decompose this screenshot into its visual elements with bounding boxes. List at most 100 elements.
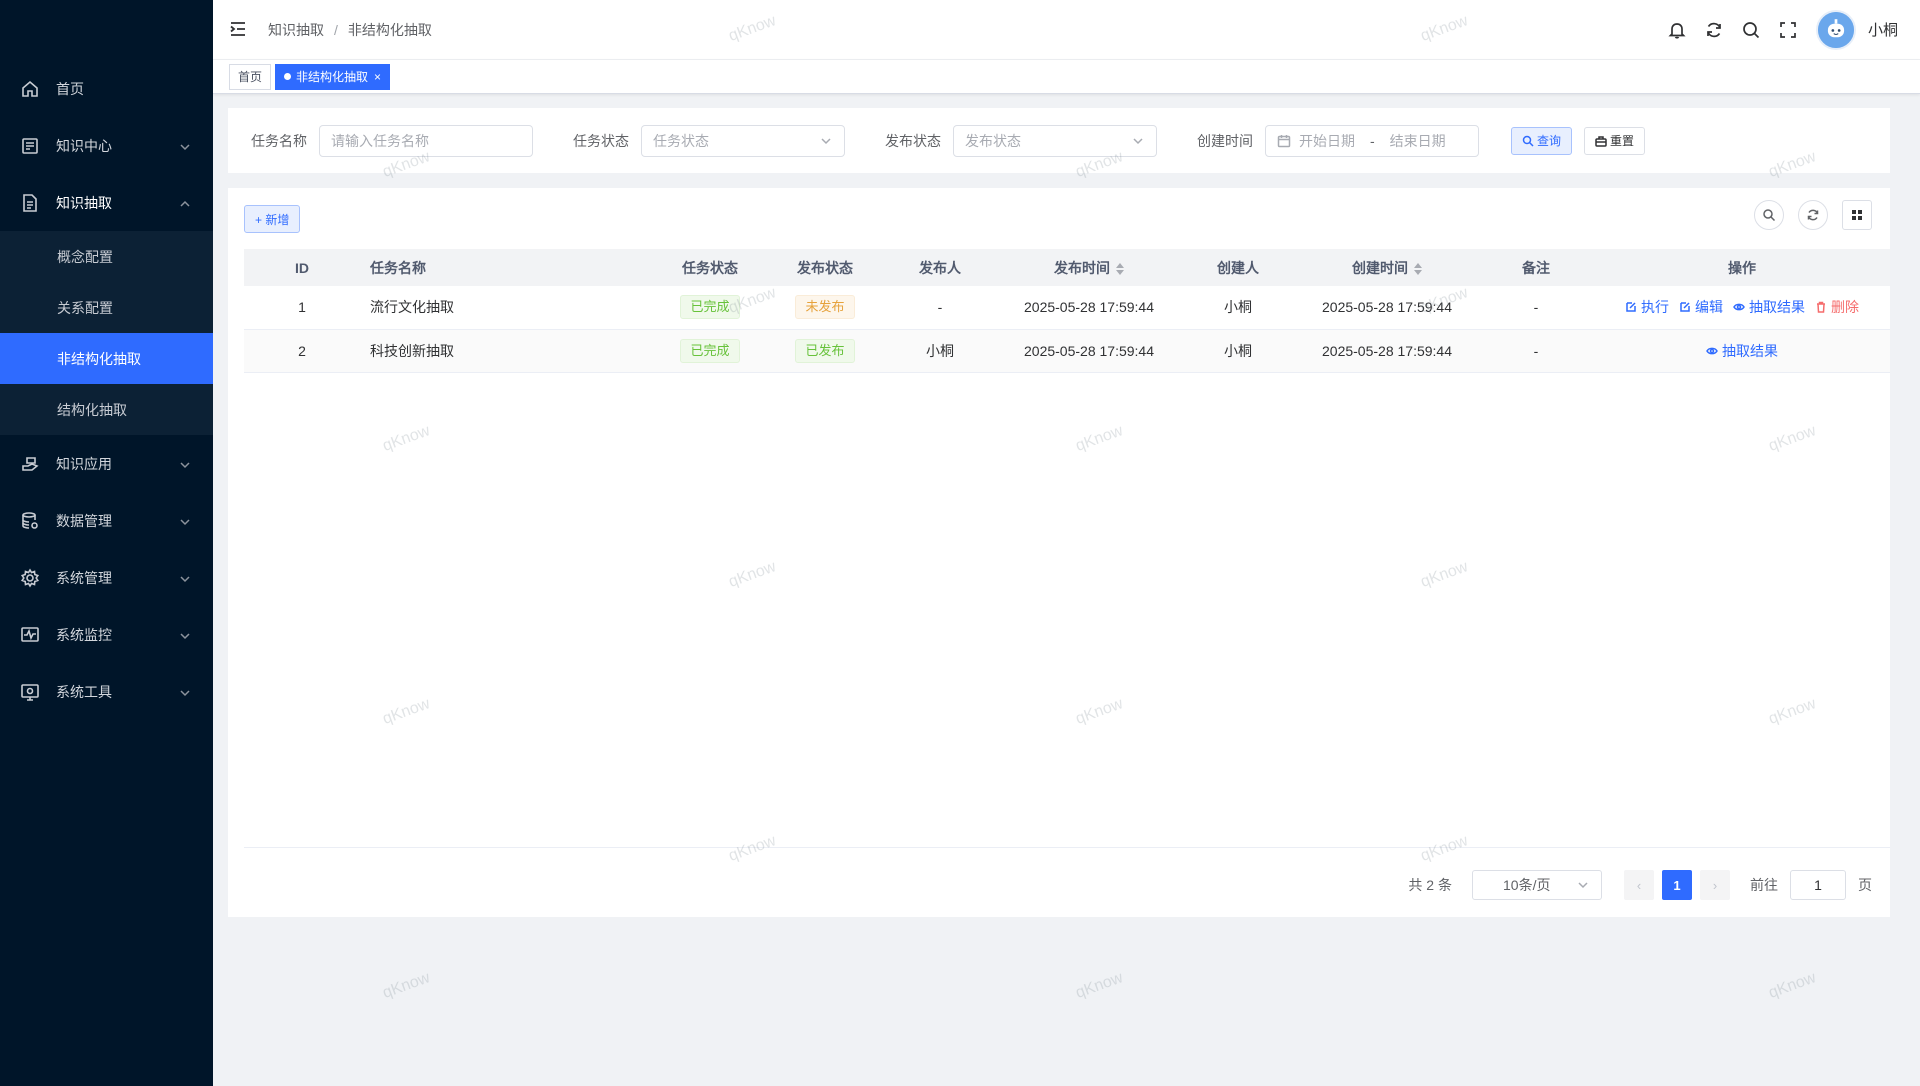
search-icon[interactable] xyxy=(1741,20,1761,40)
cell-id: 2 xyxy=(244,329,360,373)
sidebar-item-label: 系统管理 xyxy=(56,569,112,586)
add-button[interactable]: + 新增 xyxy=(244,205,301,233)
column-settings-button[interactable] xyxy=(1842,200,1872,230)
bell-icon[interactable] xyxy=(1667,20,1687,40)
prev-page-button[interactable]: ‹ xyxy=(1624,870,1654,900)
status-badge: 已发布 xyxy=(795,338,855,363)
create-time-range[interactable]: 开始日期 - 结束日期 xyxy=(1265,124,1479,157)
tag-label: 非结构化抽取 xyxy=(296,70,369,84)
reset-button[interactable]: 重置 xyxy=(1584,126,1646,155)
eye-icon xyxy=(1706,347,1718,354)
breadcrumb-item[interactable]: 知识抽取 xyxy=(268,20,324,40)
sidebar-item-concept-config[interactable]: 概念配置 xyxy=(0,231,213,282)
sidebar-item-data-management[interactable]: 数据管理 xyxy=(0,492,213,549)
username[interactable]: 小桐 xyxy=(1868,19,1898,40)
fullscreen-icon[interactable] xyxy=(1778,20,1798,40)
document-icon xyxy=(20,193,40,213)
cell-task-status: 已完成 xyxy=(652,286,768,330)
refresh-table-button[interactable] xyxy=(1798,200,1828,230)
table-row[interactable]: 2 科技创新抽取 已完成 已发布 小桐 2025-05-28 17:59:44 … xyxy=(244,329,1890,373)
end-date-placeholder[interactable]: 结束日期 xyxy=(1390,131,1446,151)
column-header: 任务状态 xyxy=(652,249,768,286)
sidebar-item-system-monitor[interactable]: 系统监控 xyxy=(0,606,213,663)
sidebar-item-label: 系统工具 xyxy=(56,683,112,700)
reset-button-label: 重置 xyxy=(1610,134,1635,148)
tag-home[interactable]: 首页 xyxy=(229,63,272,90)
page-size-select[interactable]: 10条/页 xyxy=(1472,870,1602,900)
search-icon xyxy=(1522,135,1534,147)
sidebar-item-unstructured-extraction[interactable]: 非结构化抽取 xyxy=(0,333,213,384)
sidebar-item-knowledge-center[interactable]: 知识中心 xyxy=(0,117,213,174)
active-dot xyxy=(284,73,292,80)
view-result-label: 抽取结果 xyxy=(1749,299,1805,316)
breadcrumb-item-current: 非结构化抽取 xyxy=(347,21,432,38)
view-result-button[interactable]: 抽取结果 xyxy=(1706,341,1778,361)
column-header-sortable[interactable]: 发布时间 xyxy=(998,249,1180,286)
sidebar-item-knowledge-extraction[interactable]: 知识抽取 xyxy=(0,174,213,231)
query-button[interactable]: 查询 xyxy=(1511,126,1573,155)
top-navbar: 知识抽取 / 非结构化抽取 小桐 xyxy=(213,0,1920,60)
chevron-down-icon xyxy=(179,686,191,698)
total-count: 共 2 条 xyxy=(1408,877,1452,893)
chevron-down-icon xyxy=(1133,137,1143,144)
cell-create-time: 2025-05-28 17:59:44 xyxy=(1296,286,1478,330)
status-badge: 已完成 xyxy=(680,295,740,320)
table-header-row: ID 任务名称 任务状态 发布状态 发布人 发布时间 创建人 创建时间 备注 操… xyxy=(244,249,1890,286)
search-icon xyxy=(1763,209,1776,222)
create-time-label: 创建时间 xyxy=(1197,132,1253,149)
publish-status-select[interactable]: 发布状态 xyxy=(953,124,1157,157)
task-status-placeholder: 任务状态 xyxy=(653,132,709,149)
column-header-sortable[interactable]: 创建时间 xyxy=(1296,249,1478,286)
start-date-placeholder[interactable]: 开始日期 xyxy=(1299,131,1355,151)
close-icon[interactable]: × xyxy=(374,70,381,84)
cell-publish-status: 已发布 xyxy=(768,329,882,373)
sidebar-item-system-tools[interactable]: 系统工具 xyxy=(0,663,213,720)
cell-creator: 小桐 xyxy=(1180,329,1296,373)
sidebar-item-structured-extraction[interactable]: 结构化抽取 xyxy=(0,384,213,435)
task-status-select[interactable]: 任务状态 xyxy=(641,124,845,157)
cell-task-name: 流行文化抽取 xyxy=(360,286,652,330)
monitor-icon xyxy=(20,625,40,645)
avatar[interactable] xyxy=(1815,9,1856,50)
toggle-search-button[interactable] xyxy=(1754,200,1784,230)
tags-view: 首页 非结构化抽取 × xyxy=(213,60,1920,94)
breadcrumb-separator: / xyxy=(334,21,338,38)
chevron-down-icon xyxy=(1578,882,1588,889)
cell-publish-status: 未发布 xyxy=(768,286,882,330)
sidebar-item-home[interactable]: 首页 xyxy=(0,60,213,117)
page-number[interactable]: 1 xyxy=(1662,870,1692,900)
sidebar-item-relation-config[interactable]: 关系配置 xyxy=(0,282,213,333)
task-name-input[interactable]: 请输入任务名称 xyxy=(319,124,533,157)
goto-page-input[interactable]: 1 xyxy=(1790,870,1846,900)
sidebar-item-label: 知识中心 xyxy=(56,137,112,154)
sort-icon[interactable] xyxy=(1414,262,1422,275)
extraction-task-table: ID 任务名称 任务状态 发布状态 发布人 发布时间 创建人 创建时间 备注 操… xyxy=(244,249,1890,373)
header-actions: 小桐 xyxy=(1650,9,1920,50)
column-header-label: 发布时间 xyxy=(1054,259,1110,276)
cell-actions: 执行 编辑 抽取结果 删除 xyxy=(1594,286,1890,330)
sidebar-logo-area xyxy=(0,0,213,60)
cell-id: 1 xyxy=(244,286,360,330)
view-result-label: 抽取结果 xyxy=(1722,342,1778,359)
edit-icon xyxy=(1626,302,1636,312)
sidebar-item-knowledge-application[interactable]: 知识应用 xyxy=(0,435,213,492)
table-row[interactable]: 1 流行文化抽取 已完成 未发布 - 2025-05-28 17:59:44 小… xyxy=(244,286,1890,330)
view-result-button[interactable]: 抽取结果 xyxy=(1733,297,1805,317)
cell-publish-time: 2025-05-28 17:59:44 xyxy=(998,286,1180,330)
sort-icon[interactable] xyxy=(1116,262,1124,275)
next-page-button[interactable]: › xyxy=(1700,870,1730,900)
cell-remark: - xyxy=(1478,329,1594,373)
goto-label: 前往 xyxy=(1750,877,1778,893)
sidebar-item-system-management[interactable]: 系统管理 xyxy=(0,549,213,606)
chevron-down-icon xyxy=(179,140,191,152)
edit-button[interactable]: 编辑 xyxy=(1679,297,1723,317)
cell-task-status: 已完成 xyxy=(652,329,768,373)
tool-icon xyxy=(20,682,40,702)
collapse-sidebar-icon[interactable] xyxy=(228,19,250,41)
delete-button[interactable]: 删除 xyxy=(1815,297,1859,317)
reset-icon xyxy=(1595,135,1607,147)
tag-unstructured-extraction[interactable]: 非结构化抽取 × xyxy=(275,63,391,90)
column-header: 发布状态 xyxy=(768,249,882,286)
refresh-icon[interactable] xyxy=(1704,20,1724,40)
execute-button[interactable]: 执行 xyxy=(1625,297,1669,317)
